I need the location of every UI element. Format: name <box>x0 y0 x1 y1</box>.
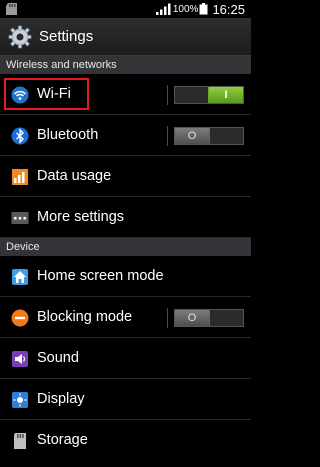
home-screen-mode-label: Home screen mode <box>37 268 164 284</box>
divider <box>167 126 168 146</box>
settings-item-bluetooth[interactable]: Bluetooth O <box>0 115 251 156</box>
highlight-annotation <box>4 78 89 110</box>
battery-icon <box>199 3 208 15</box>
display-icon <box>12 392 28 408</box>
data-usage-label: Data usage <box>37 168 112 184</box>
more-icon <box>11 212 29 224</box>
page-title: Settings <box>39 28 94 45</box>
clock: 16:25 <box>212 1 245 17</box>
settings-item-home-screen-mode[interactable]: Home screen mode <box>0 256 251 297</box>
bluetooth-toggle-off: O <box>175 128 210 144</box>
bluetooth-icon <box>11 127 29 145</box>
storage-label: Storage <box>37 432 88 448</box>
sd-card-icon <box>6 3 17 15</box>
data-usage-icon <box>12 169 28 185</box>
home-icon <box>12 269 28 285</box>
settings-item-display[interactable]: Display <box>0 379 251 420</box>
blocking-mode-label: Blocking mode <box>37 309 133 325</box>
settings-item-data-usage[interactable]: Data usage <box>0 156 251 197</box>
bluetooth-label: Bluetooth <box>37 127 99 143</box>
settings-item-blocking-mode[interactable]: Blocking mode O <box>0 297 251 338</box>
blocking-toggle[interactable]: O <box>174 309 244 327</box>
android-settings-screen: 100% 16:25 Settings Wireless and network… <box>0 0 251 467</box>
divider <box>167 85 168 105</box>
settings-item-sound[interactable]: Sound <box>0 338 251 379</box>
storage-icon <box>14 433 26 449</box>
action-bar: Settings <box>0 18 251 56</box>
signal-strength-icon <box>155 3 171 15</box>
wifi-toggle-on: I <box>208 87 243 103</box>
blocking-toggle-off: O <box>175 310 210 326</box>
settings-gear-icon[interactable] <box>8 25 32 49</box>
wifi-toggle[interactable]: I <box>174 86 244 104</box>
speaker-icon <box>12 351 28 367</box>
settings-item-storage[interactable]: Storage <box>0 420 251 461</box>
more-settings-label: More settings <box>37 209 125 225</box>
settings-item-more-settings[interactable]: More settings <box>0 197 251 238</box>
divider <box>167 308 168 328</box>
status-bar: 100% 16:25 <box>0 0 251 18</box>
battery-percent: 100% <box>172 3 199 15</box>
blocking-icon <box>11 309 29 327</box>
bluetooth-toggle[interactable]: O <box>174 127 244 145</box>
sound-label: Sound <box>37 350 79 366</box>
section-header-wireless: Wireless and networks <box>0 56 251 74</box>
display-label: Display <box>37 391 85 407</box>
section-header-device: Device <box>0 238 251 256</box>
